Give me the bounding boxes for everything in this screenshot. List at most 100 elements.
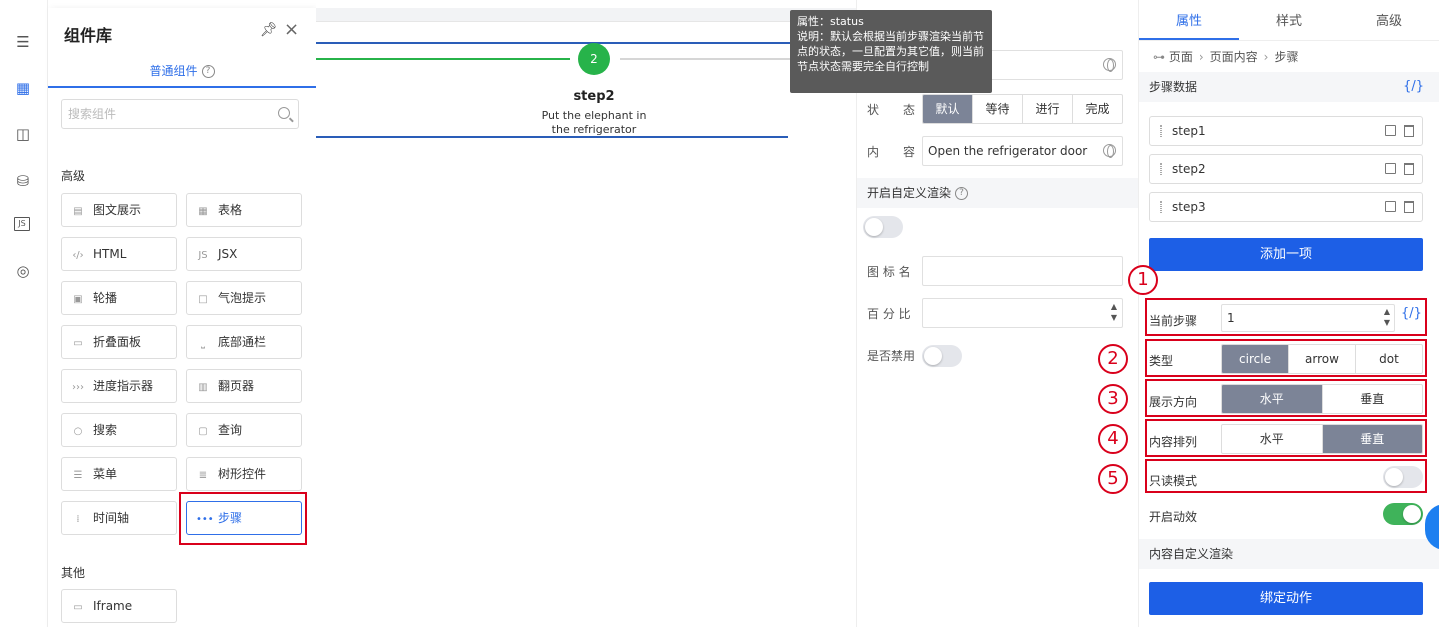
component-search[interactable]: ○ 搜索 bbox=[61, 413, 177, 447]
component-footer-bar[interactable]: ⎵ 底部通栏 bbox=[186, 325, 302, 359]
component-label: HTML bbox=[93, 247, 127, 261]
add-item-button[interactable]: 添加一项 bbox=[1149, 238, 1423, 271]
component-iframe[interactable]: ▭ Iframe bbox=[61, 589, 177, 623]
components-icon[interactable]: ▦ bbox=[14, 79, 32, 97]
number-stepper-icon[interactable]: ▲ ▼ bbox=[1111, 301, 1117, 323]
step-item[interactable]: step1 bbox=[1149, 116, 1423, 146]
edit-icon[interactable] bbox=[1385, 163, 1396, 174]
help-icon[interactable]: ? bbox=[955, 187, 969, 200]
component-table[interactable]: ▦ 表格 bbox=[186, 193, 302, 227]
type-option-circle[interactable]: circle bbox=[1222, 345, 1289, 373]
direction-option-horizontal[interactable]: 水平 bbox=[1222, 385, 1323, 413]
tab-properties[interactable]: 属性 bbox=[1139, 0, 1239, 40]
component-label: 菜单 bbox=[93, 467, 118, 481]
drag-handle-icon[interactable] bbox=[1160, 201, 1162, 213]
step-item-props-panel: step1 状 态 默认 等待 进行 完成 内 容 Open the refri… bbox=[856, 0, 1139, 627]
status-option-default[interactable]: 默认 bbox=[923, 95, 973, 123]
component-image-text[interactable]: ▤ 图文展示 bbox=[61, 193, 177, 227]
current-step-input[interactable]: 1 ▲ ▼ bbox=[1221, 304, 1395, 332]
database-icon[interactable]: ⛁ bbox=[14, 172, 32, 190]
component-progress[interactable]: ››› 进度指示器 bbox=[61, 369, 177, 403]
step2-title: step2 bbox=[573, 89, 615, 104]
number-stepper-icon[interactable]: ▲ ▼ bbox=[1384, 306, 1390, 328]
edit-icon[interactable] bbox=[1385, 201, 1396, 212]
component-timeline[interactable]: ⁞ 时间轴 bbox=[61, 501, 177, 535]
breadcrumb-steps[interactable]: 步骤 bbox=[1274, 50, 1298, 64]
custom-render-toggle[interactable] bbox=[863, 216, 903, 238]
delete-icon[interactable] bbox=[1404, 163, 1414, 175]
drag-handle-icon[interactable] bbox=[1160, 125, 1162, 137]
component-menu[interactable]: ☰ 菜单 bbox=[61, 457, 177, 491]
tab-advanced[interactable]: 高级 bbox=[1339, 0, 1439, 40]
content-layout-option-vertical[interactable]: 垂直 bbox=[1322, 425, 1422, 453]
percent-field[interactable]: ▲ ▼ bbox=[922, 298, 1123, 328]
tab-styles[interactable]: 样式 bbox=[1239, 0, 1339, 40]
i18n-globe-icon[interactable] bbox=[1103, 144, 1116, 158]
component-label: Iframe bbox=[93, 599, 133, 613]
component-collapse[interactable]: ▭ 折叠面板 bbox=[61, 325, 177, 359]
help-icon[interactable]: ? bbox=[201, 65, 215, 78]
content-label: 内 容 bbox=[867, 145, 916, 159]
query-icon: ▢ bbox=[198, 426, 208, 437]
status-tooltip: 属性：status 说明：默认会根据当前步骤渲染当前节点的状态，一旦配置为其它值… bbox=[790, 10, 992, 93]
image-text-icon: ▤ bbox=[73, 206, 83, 217]
breadcrumb-icon: ⊶ bbox=[1153, 50, 1165, 64]
readonly-toggle[interactable] bbox=[1383, 466, 1423, 488]
status-option-finish[interactable]: 完成 bbox=[1073, 95, 1122, 123]
type-option-dot[interactable]: dot bbox=[1356, 345, 1422, 373]
tree-icon: ≣ bbox=[198, 470, 208, 481]
tab-common-components[interactable]: 普通组件? bbox=[48, 60, 316, 88]
search-icon: ○ bbox=[73, 426, 83, 437]
layout-icon[interactable]: ◫ bbox=[14, 125, 32, 143]
type-option-arrow[interactable]: arrow bbox=[1289, 345, 1356, 373]
icon-name-field[interactable] bbox=[922, 256, 1123, 286]
bind-action-button[interactable]: 绑定动作 bbox=[1149, 582, 1423, 615]
component-carousel[interactable]: ▣ 轮播 bbox=[61, 281, 177, 315]
direction-segment: 水平 垂直 bbox=[1221, 384, 1423, 414]
animation-toggle[interactable] bbox=[1383, 503, 1423, 525]
step-item[interactable]: step2 bbox=[1149, 154, 1423, 184]
component-jsx[interactable]: JS JSX bbox=[186, 237, 302, 271]
status-option-wait[interactable]: 等待 bbox=[973, 95, 1023, 123]
pin-icon[interactable]: 📌︎ bbox=[260, 22, 278, 38]
progress-icon: ››› bbox=[72, 382, 84, 393]
edit-icon[interactable] bbox=[1385, 125, 1396, 136]
component-pager[interactable]: ▥ 翻页器 bbox=[186, 369, 302, 403]
highlight-box-steps bbox=[179, 492, 307, 545]
step-item-label: step2 bbox=[1172, 162, 1206, 176]
delete-icon[interactable] bbox=[1404, 125, 1414, 137]
content-layout-label: 内容排列 bbox=[1149, 435, 1198, 449]
timeline-icon: ⁞ bbox=[76, 514, 80, 525]
step-connector-pending bbox=[620, 58, 790, 60]
outline-icon[interactable]: ☰ bbox=[14, 33, 32, 51]
annotation-5: 5 bbox=[1098, 464, 1128, 494]
close-icon[interactable]: × bbox=[284, 19, 299, 40]
component-search-input[interactable]: 搜索组件 bbox=[61, 99, 299, 129]
collapse-icon: ▭ bbox=[73, 338, 83, 349]
component-popover[interactable]: □ 气泡提示 bbox=[186, 281, 302, 315]
globe-icon[interactable]: ◎ bbox=[14, 262, 32, 280]
component-tree[interactable]: ≣ 树形控件 bbox=[186, 457, 302, 491]
step-item[interactable]: step3 bbox=[1149, 192, 1423, 222]
drag-handle-icon[interactable] bbox=[1160, 163, 1162, 175]
js-icon[interactable]: JS bbox=[14, 217, 30, 231]
direction-option-vertical[interactable]: 垂直 bbox=[1323, 385, 1423, 413]
component-query[interactable]: ▢ 查询 bbox=[186, 413, 302, 447]
status-option-process[interactable]: 进行 bbox=[1023, 95, 1073, 123]
disabled-toggle[interactable] bbox=[922, 345, 962, 367]
canvas-ruler bbox=[316, 8, 856, 22]
content-layout-option-horizontal[interactable]: 水平 bbox=[1222, 425, 1323, 453]
i18n-globe-icon[interactable] bbox=[1103, 58, 1116, 72]
component-code[interactable]: ‹/› HTML bbox=[61, 237, 177, 271]
icon-name-label: 图 标 名 bbox=[867, 265, 911, 279]
expression-icon[interactable]: {/} bbox=[1403, 72, 1424, 102]
component-label: 时间轴 bbox=[93, 511, 130, 525]
expression-icon[interactable]: {/} bbox=[1401, 306, 1422, 321]
breadcrumb-page-content[interactable]: 页面内容 bbox=[1210, 50, 1258, 64]
breadcrumb-page[interactable]: 页面 bbox=[1169, 50, 1193, 64]
carousel-icon: ▣ bbox=[73, 294, 83, 305]
steps-data-label: 步骤数据 bbox=[1149, 80, 1198, 94]
step2-circle[interactable]: 2 bbox=[578, 43, 610, 75]
content-field[interactable]: Open the refrigerator door bbox=[922, 136, 1123, 166]
delete-icon[interactable] bbox=[1404, 201, 1414, 213]
